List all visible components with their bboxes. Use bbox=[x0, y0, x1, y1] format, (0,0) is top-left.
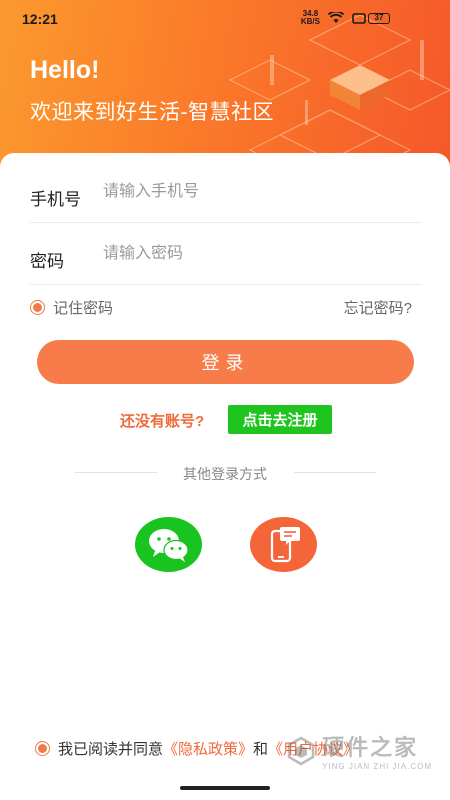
password-input[interactable] bbox=[103, 239, 403, 269]
home-indicator[interactable] bbox=[180, 786, 270, 790]
password-label: 密码 bbox=[30, 252, 64, 271]
phone-login-button[interactable] bbox=[250, 517, 317, 572]
status-bar: 12:21 34.8 KB/S 37 bbox=[0, 0, 450, 38]
status-icons: 34.8 KB/S bbox=[301, 10, 366, 26]
agree-prefix: 我已阅读并同意 bbox=[58, 741, 164, 758]
remember-label: 记住密码 bbox=[53, 300, 114, 317]
agree-radio-icon[interactable] bbox=[35, 741, 50, 756]
forgot-password-link[interactable]: 忘记密码? bbox=[344, 297, 412, 318]
no-account-text: 还没有账号? bbox=[120, 413, 205, 430]
watermark-text: 硬件之家 bbox=[322, 735, 419, 760]
password-field-row: 密码 bbox=[30, 223, 422, 285]
battery-indicator: 37 bbox=[368, 13, 390, 24]
register-button[interactable]: 点击去注册 bbox=[228, 405, 332, 434]
remember-radio-icon[interactable] bbox=[30, 300, 45, 315]
screen-rect-icon bbox=[352, 12, 366, 24]
login-button[interactable]: 登录 bbox=[37, 340, 414, 384]
phone-field-row: 手机号 bbox=[30, 161, 422, 223]
privacy-policy-link[interactable]: 《隐私政策》 bbox=[163, 738, 253, 759]
phone-message-icon bbox=[270, 526, 300, 562]
phone-label: 手机号 bbox=[30, 190, 81, 209]
watermark-sub: YING JIAN ZHI JIA.COM bbox=[322, 762, 432, 771]
remember-password-toggle[interactable]: 记住密码 bbox=[30, 297, 113, 318]
wechat-icon bbox=[148, 528, 189, 562]
other-login-title: 其他登录方式 bbox=[183, 466, 267, 482]
watermark: 硬件之家 YING JIAN ZHI JIA.COM bbox=[286, 730, 432, 771]
greeting-title: Hello! bbox=[30, 56, 100, 84]
wechat-login-button[interactable] bbox=[135, 517, 202, 572]
battery-level: 37 bbox=[368, 13, 390, 24]
net-speed-unit: KB/S bbox=[300, 17, 320, 26]
wifi-icon bbox=[328, 12, 344, 23]
agree-and: 和 bbox=[253, 741, 269, 758]
welcome-subtitle: 欢迎来到好生活-智慧社区 bbox=[30, 101, 274, 124]
network-speed: 34.8 KB/S bbox=[301, 10, 320, 26]
status-time: 12:21 bbox=[22, 11, 58, 27]
phone-input[interactable] bbox=[103, 177, 403, 207]
watermark-logo-icon bbox=[287, 736, 315, 765]
